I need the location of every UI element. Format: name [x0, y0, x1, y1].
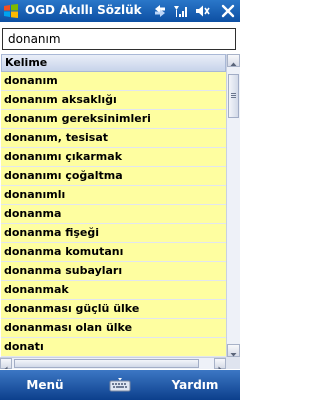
list-rows: donanım donanım aksaklığı donanım gereksin… [1, 72, 226, 369]
scroll-right-button[interactable] [214, 358, 226, 369]
list-item[interactable]: donanma [1, 205, 226, 224]
list-item[interactable]: donanması olan ülke [1, 319, 226, 338]
word-list: Kelime donanım donanım aksaklığı donanım g… [0, 54, 240, 369]
vertical-scroll-thumb[interactable] [228, 74, 239, 118]
scroll-left-button[interactable] [0, 358, 12, 369]
horizontal-scrollbar[interactable] [0, 357, 226, 369]
list-item[interactable]: donanma komutanı [1, 243, 226, 262]
help-softkey[interactable]: Yardım [150, 370, 240, 400]
sync-icon[interactable] [152, 3, 168, 19]
scroll-up-icon [230, 62, 237, 66]
list-item[interactable]: donanması güçlü ülke [1, 300, 226, 319]
column-header-word[interactable]: Kelime [1, 54, 226, 72]
list-item[interactable]: donanımı çıkarmak [1, 148, 226, 167]
list-item[interactable]: donanmak [1, 281, 226, 300]
signal-icon[interactable] [172, 3, 188, 19]
list-item[interactable]: donatı [1, 338, 226, 357]
keyboard-icon[interactable] [108, 377, 132, 393]
scroll-down-button[interactable] [227, 344, 240, 357]
vertical-scrollbar[interactable] [226, 54, 240, 357]
list-item[interactable]: donanım, tesisat [1, 129, 226, 148]
list-item[interactable]: donanım aksaklığı [1, 91, 226, 110]
search-input[interactable] [2, 28, 236, 50]
scroll-right-icon [218, 366, 222, 369]
scrollbar-corner [226, 357, 240, 369]
window-title: OGD Akıllı Sözlük [25, 3, 142, 17]
grip-icon [231, 93, 236, 98]
list-item[interactable]: donanımlı [1, 186, 226, 205]
scroll-left-icon [4, 366, 8, 369]
soft-key-bar: Menü Yardım [0, 370, 240, 400]
list-item[interactable]: donanma subayları [1, 262, 226, 281]
list-item[interactable]: donanım gereksinimleri [1, 110, 226, 129]
windows-logo-icon[interactable] [3, 3, 19, 19]
horizontal-scroll-thumb[interactable] [14, 359, 199, 368]
grip-icon [15, 368, 198, 369]
list-item[interactable]: donanma fişeği [1, 224, 226, 243]
scroll-up-button[interactable] [227, 54, 240, 67]
list-item[interactable]: donanım [1, 72, 226, 91]
close-icon[interactable] [220, 3, 236, 19]
volume-icon[interactable] [194, 3, 210, 19]
menu-softkey[interactable]: Menü [0, 370, 90, 400]
list-item[interactable]: donanımı çoğaltma [1, 167, 226, 186]
title-bar: OGD Akıllı Sözlük [0, 0, 240, 22]
